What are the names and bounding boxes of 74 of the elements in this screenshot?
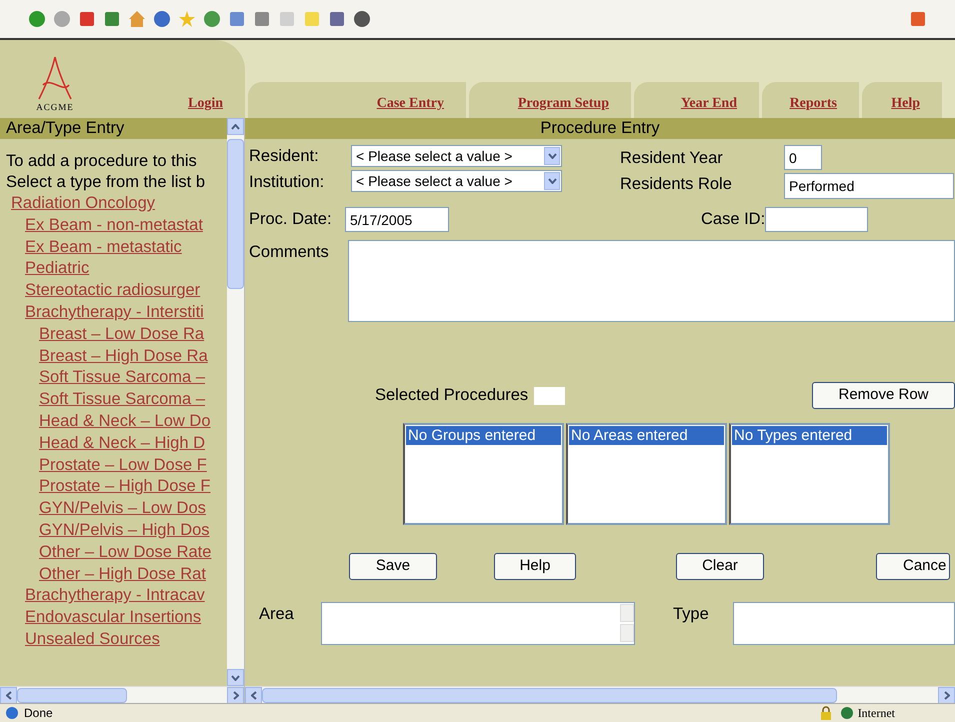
year-field[interactable]: 0 — [784, 145, 822, 170]
panel-title: Area/Type Entry — [0, 118, 227, 139]
tree-link[interactable]: Brachytherapy - Intracav — [25, 585, 227, 608]
tree-link[interactable]: Soft Tissue Sarcoma – — [39, 389, 227, 411]
list-item[interactable]: No Groups entered — [406, 426, 561, 445]
tree-link[interactable]: Ex Beam - non-metastat — [25, 214, 227, 237]
logo-text: ACGME — [36, 100, 74, 114]
horizontal-scrollbar[interactable] — [0, 686, 244, 703]
tree-link[interactable]: Other – Low Dose Rate — [39, 542, 227, 564]
list-item[interactable]: No Types entered — [732, 426, 887, 445]
field-label: Institution: — [249, 172, 326, 193]
nav-tab[interactable]: Year End — [634, 82, 759, 118]
tree-link[interactable]: Brachytherapy - Interstiti — [25, 302, 227, 324]
count-field — [534, 386, 566, 404]
list-box[interactable]: No Areas entered — [566, 423, 727, 525]
field-label: Resident Year — [620, 148, 724, 169]
home-icon[interactable] — [128, 10, 146, 28]
panel-title: Procedure Entry — [245, 118, 955, 139]
tree-link[interactable]: Head & Neck – Low Do — [39, 410, 227, 433]
lock-icon — [820, 706, 832, 720]
status-text: Done — [24, 705, 53, 722]
select-field[interactable]: < Please select a value > — [351, 145, 562, 167]
role-field[interactable]: Performed — [784, 173, 954, 199]
nav-tab[interactable]: Program Setup — [469, 82, 631, 118]
tree-link[interactable]: Breast – Low Dose Ra — [39, 324, 227, 346]
list-box[interactable]: No Groups entered — [403, 423, 564, 525]
tree-link[interactable]: Endovascular Insertions — [25, 607, 227, 629]
tree-link[interactable]: Other – High Dose Rat — [39, 564, 227, 586]
field-label: Case ID: — [701, 209, 766, 230]
date-field[interactable]: 5/17/2005 — [345, 207, 449, 232]
area-field[interactable] — [321, 602, 635, 645]
section-label: Selected Procedures — [375, 385, 528, 406]
tree-link[interactable]: Breast – High Dose Ra — [39, 346, 227, 368]
nav-tab[interactable]: Case Entry — [248, 82, 466, 118]
horizontal-scrollbar[interactable] — [245, 686, 955, 703]
chevron-down-icon — [548, 153, 556, 159]
case-id-field[interactable] — [765, 207, 868, 232]
field-label: Resident: — [249, 146, 320, 167]
field-label: Residents Role — [620, 174, 733, 195]
tree-link[interactable]: Unsealed Sources — [25, 628, 227, 651]
comments-field[interactable] — [348, 240, 955, 322]
intro-text: Select a type from the list b — [6, 172, 206, 193]
list-item[interactable]: No Areas entered — [569, 426, 724, 445]
tree-link[interactable]: Prostate – Low Dose F — [39, 454, 227, 476]
nav-tab[interactable]: Help — [862, 82, 942, 118]
tree-link[interactable]: Soft Tissue Sarcoma – — [39, 367, 227, 390]
list-box[interactable]: No Types entered — [729, 423, 890, 525]
form-button[interactable]: Clear — [676, 553, 764, 580]
star-icon[interactable] — [178, 10, 196, 28]
form-button[interactable]: Cance — [876, 553, 950, 580]
tree-link[interactable]: GYN/Pelvis – Low Dos — [39, 498, 227, 520]
tree-link[interactable]: Stereotactic radiosurger — [25, 280, 227, 302]
tree-link[interactable]: Head & Neck – High D — [39, 432, 227, 455]
chevron-down-icon — [548, 178, 556, 184]
intro-text: To add a procedure to this — [6, 151, 198, 172]
tree-link[interactable]: Prostate – High Dose F — [39, 476, 227, 498]
vertical-scrollbar[interactable] — [227, 118, 244, 686]
tree-link[interactable]: Radiation Oncology — [11, 193, 227, 215]
zone-text: Internet — [858, 705, 895, 722]
form-button[interactable]: Save — [349, 553, 437, 580]
select-field[interactable]: < Please select a value > — [351, 170, 562, 192]
tree-link[interactable]: Ex Beam - metastatic — [25, 236, 227, 258]
type-field[interactable] — [733, 602, 955, 645]
field-label: Proc. Date: — [249, 209, 333, 230]
tree-link[interactable]: Pediatric — [25, 258, 227, 280]
field-label: Comments — [249, 242, 330, 263]
form-button[interactable]: Help — [494, 553, 576, 580]
field-label: Type — [673, 604, 710, 625]
field-label: Area — [259, 604, 295, 625]
nav-tab[interactable]: Reports — [762, 82, 859, 118]
tree-link[interactable]: GYN/Pelvis – High Dos — [39, 520, 227, 542]
nav-tab[interactable]: Login — [188, 93, 223, 114]
logo-icon — [37, 54, 73, 100]
form-button[interactable]: Remove Row — [812, 382, 955, 409]
